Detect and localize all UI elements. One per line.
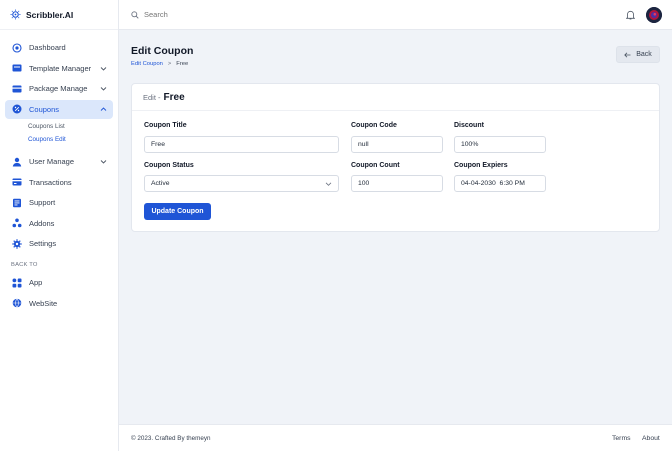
coupon-title-field[interactable]: Free [144,136,339,153]
card-header-prefix: Edit - [143,92,161,102]
submenu-item-coupons-list[interactable]: Coupons List [28,120,118,133]
globe-icon [12,298,22,308]
sidebar-item-package-manage[interactable]: Package Manage [5,79,113,98]
sidebar: Scribbler.AI Dashboard Template Manager … [0,0,119,451]
coupon-expiers-field[interactable]: 04-04-2030 6:30 PM [454,175,546,192]
sidebar-item-label: Coupons [29,104,60,114]
sidebar-item-transactions[interactable]: Transactions [5,173,113,192]
breadcrumb-current: Free [176,61,189,67]
logo-icon [10,9,21,20]
search-input[interactable] [144,10,264,19]
brand-name: Scribbler.AI [26,9,74,20]
breadcrumb-link[interactable]: Edit Coupon [131,61,163,67]
coupon-expiers-label: Coupon Expiers [454,162,508,169]
coupon-status-select[interactable]: Active [144,175,339,192]
coupon-status-value: Active [151,180,170,187]
bell-icon[interactable] [626,10,635,20]
sidebar-item-label: Dashboard [29,43,66,52]
discount-value: 100% [461,141,479,148]
sidebar-item-website[interactable]: WebSite [5,294,113,313]
submenu-item-coupons-edit[interactable]: Coupons Edit [28,133,118,146]
card-icon [12,177,22,187]
back-button[interactable]: Back [616,46,660,63]
sidebar-item-app[interactable]: App [5,273,113,292]
dashboard-icon [12,42,22,53]
user-icon [12,157,22,167]
sidebar-nav: Dashboard Template Manager Package Manag… [0,30,118,313]
sidebar-item-settings[interactable]: Settings [5,234,113,253]
breadcrumb: Edit Coupon > Free [131,61,188,67]
chevron-down-icon [325,182,332,186]
coupon-count-field[interactable]: 100 [351,175,443,192]
discount-label: Discount [454,122,484,129]
gear-icon [12,238,22,249]
search-icon [131,10,139,19]
search-box [131,10,264,19]
sidebar-item-support[interactable]: Support [5,193,113,212]
card-header-title: Free [163,91,185,103]
discount-field[interactable]: 100% [454,136,546,153]
coupon-code-value: null [358,141,369,148]
coupon-status-label: Coupon Status [144,162,194,169]
coupon-expiers-value: 04-04-2030 6:30 PM [461,180,525,187]
brand[interactable]: Scribbler.AI [0,0,118,30]
edit-coupon-card: Edit - Free Coupon Title Free Coupon Cod… [131,83,660,232]
package-icon [12,84,22,94]
coupons-submenu: Coupons List Coupons Edit [0,120,118,146]
sidebar-item-template-manager[interactable]: Template Manager [5,59,113,78]
chevron-down-icon [100,160,107,164]
avatar[interactable] [646,7,662,23]
template-icon [12,63,22,73]
sidebar-item-label: Settings [29,239,57,248]
chevron-down-icon [100,87,107,91]
chevron-up-icon [100,106,107,111]
topbar [119,0,672,30]
sidebar-item-label: Support [29,198,56,207]
support-icon [12,198,22,208]
sidebar-item-label: App [29,278,43,287]
coupon-title-label: Coupon Title [144,122,187,129]
coupon-count-value: 100 [358,180,370,187]
sidebar-item-label: User Manage [29,157,75,166]
coupon-code-label: Coupon Code [351,122,397,129]
apps-icon [12,278,22,288]
coupon-code-field[interactable]: null [351,136,443,153]
coupon-title-value: Free [151,141,165,148]
chevron-down-icon [100,66,107,71]
footer-copyright: © 2023. Crafted By themeyn [131,435,211,442]
footer: © 2023. Crafted By themeyn Terms About [119,424,672,451]
sidebar-item-label: WebSite [29,298,58,308]
back-to-label: BACK TO [11,262,38,268]
sidebar-item-label: Template Manager [29,63,92,73]
update-coupon-button[interactable]: Update Coupon [144,203,211,220]
coupon-icon [12,104,22,114]
sidebar-item-coupons[interactable]: Coupons [5,99,113,119]
footer-about-link[interactable]: About [642,435,660,442]
sidebar-item-dashboard[interactable]: Dashboard [5,38,113,57]
addons-icon [12,218,22,228]
card-header: Edit - Free [132,84,659,111]
back-button-label: Back [636,51,652,58]
sidebar-item-label: Transactions [29,177,72,187]
coupon-count-label: Coupon Count [351,162,400,169]
sidebar-item-addons[interactable]: Addons [5,214,113,233]
sidebar-item-label: Package Manage [29,84,88,93]
arrow-left-icon [624,52,631,57]
breadcrumb-separator: > [167,61,172,67]
footer-terms-link[interactable]: Terms [612,435,631,442]
sidebar-item-user-manage[interactable]: User Manage [5,152,113,171]
page-title: Edit Coupon [131,45,194,57]
sidebar-item-label: Addons [29,218,55,228]
